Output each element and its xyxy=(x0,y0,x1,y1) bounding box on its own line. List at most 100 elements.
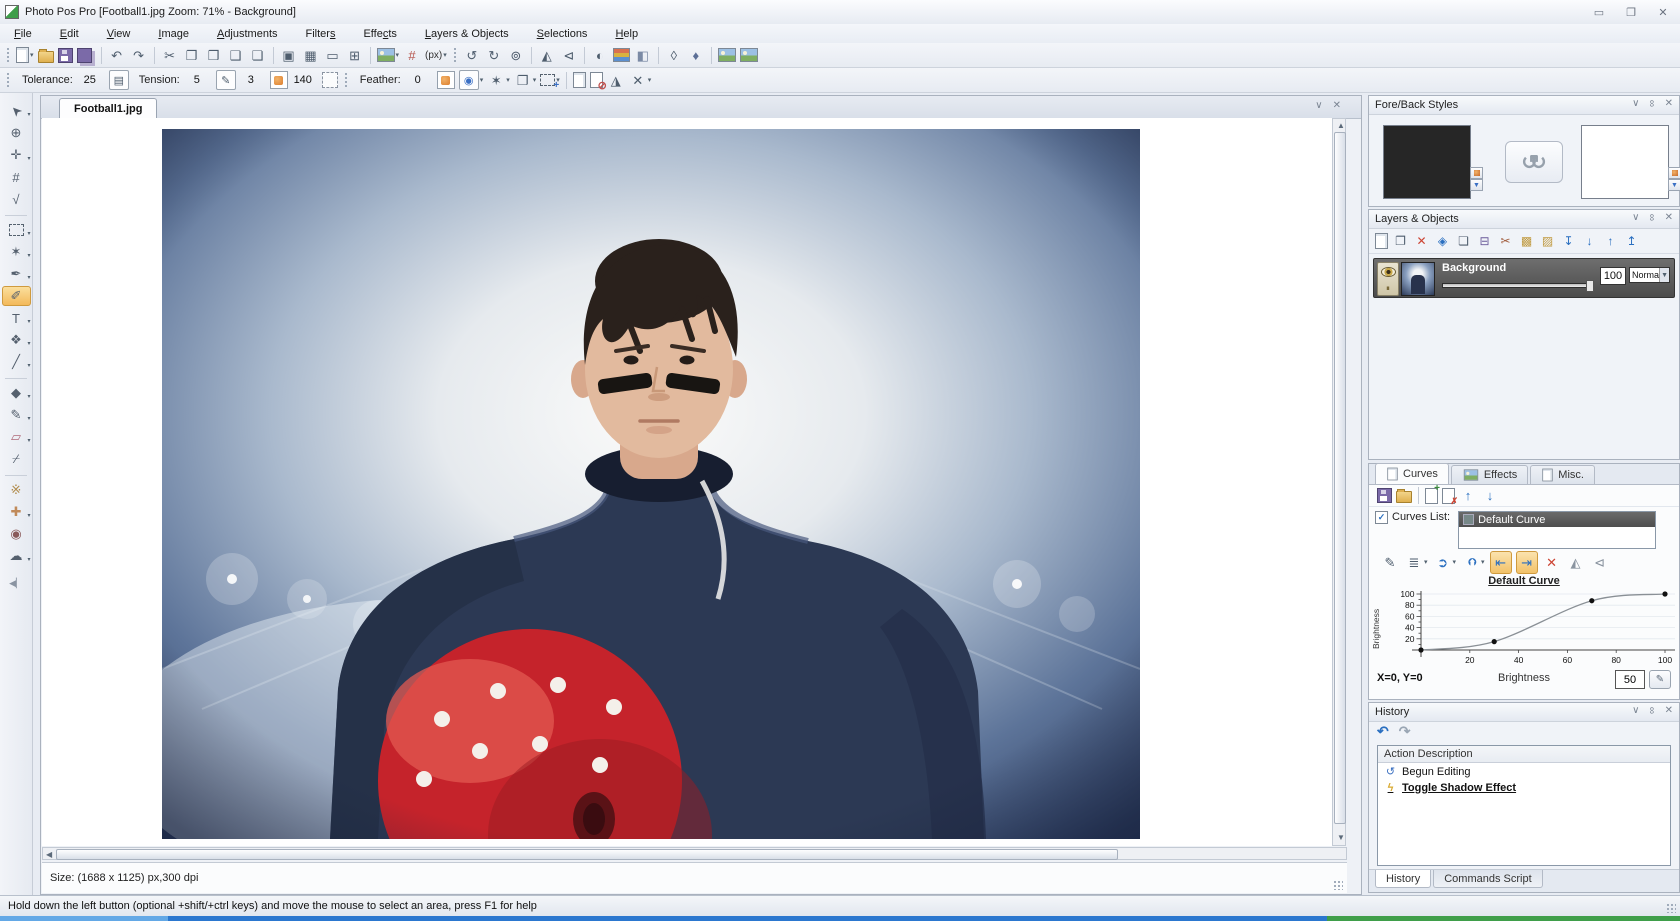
eye-icon[interactable] xyxy=(1381,267,1396,277)
marquee-select-tool[interactable]: ▾ xyxy=(2,220,31,240)
free-rotate-button[interactable]: ⊚ xyxy=(506,45,526,66)
vertical-scroll-thumb[interactable] xyxy=(1334,132,1346,824)
paste-button[interactable]: ❑ xyxy=(226,45,246,66)
menu-selections[interactable]: Selections xyxy=(523,26,602,42)
layer-opacity-value[interactable]: 100 xyxy=(1600,267,1626,285)
panel-pin-icon[interactable]: ∞ xyxy=(1647,707,1658,714)
resize-grip[interactable] xyxy=(1333,880,1343,890)
add-curve-button[interactable] xyxy=(1424,485,1439,506)
curves-list[interactable]: Default Curve xyxy=(1458,511,1656,549)
dropdown-arrow-icon[interactable]: ▾ xyxy=(27,155,30,162)
dropdown-arrow-icon[interactable]: ▾ xyxy=(480,76,484,84)
units-px-button[interactable]: (px)▾ xyxy=(424,45,448,66)
photo-football-player[interactable] xyxy=(162,129,1140,839)
panel-pin-icon[interactable]: ∞ xyxy=(1647,100,1658,107)
tile-windows-button[interactable]: ⊞ xyxy=(345,45,365,66)
flip-vertical-button[interactable]: ⊲ xyxy=(559,45,579,66)
prev-point-button[interactable]: ⇤ xyxy=(1490,551,1512,574)
save-as-button[interactable] xyxy=(76,45,96,66)
tab-misc[interactable]: Misc. xyxy=(1530,465,1595,484)
chevron-down-icon[interactable]: ▼ xyxy=(1659,268,1669,282)
delete-layer-button[interactable]: ✕ xyxy=(1412,231,1431,252)
open-button[interactable] xyxy=(37,45,55,66)
insert-image-button[interactable]: ▾ xyxy=(376,45,401,66)
dropdown-arrow-icon[interactable]: ▾ xyxy=(27,415,30,422)
transform-tool[interactable]: √ xyxy=(2,189,31,209)
menu-layers-objects[interactable]: Layers & Objects xyxy=(411,26,523,42)
menu-help[interactable]: Help xyxy=(601,26,652,42)
dropdown-arrow-icon[interactable]: ▾ xyxy=(27,393,30,400)
scroll-down-arrow[interactable]: ▼ xyxy=(1337,834,1345,842)
new-document-button[interactable]: ▾ xyxy=(15,45,35,66)
panel-collapse-icon[interactable]: ∨ xyxy=(1632,98,1639,109)
brush-tool[interactable]: ✎▾ xyxy=(2,405,31,425)
dropdown-arrow-icon[interactable]: ▾ xyxy=(27,556,30,563)
move-tool[interactable]: ✛▾ xyxy=(2,145,31,165)
send-to-back-button[interactable]: ↧ xyxy=(1559,231,1578,252)
apply-horizontal-button[interactable]: ➲▾ xyxy=(1433,552,1458,573)
frames-button[interactable] xyxy=(739,45,759,66)
color-picker-tool[interactable]: ⌿ xyxy=(2,449,31,469)
dropdown-arrow-icon[interactable]: ▾ xyxy=(27,512,30,519)
feather-value[interactable]: 0 xyxy=(405,73,431,87)
lock-icon[interactable]: ∎ xyxy=(1386,284,1390,292)
curves-list-item[interactable]: Default Curve xyxy=(1459,512,1655,527)
panel-close-icon[interactable]: ✕ xyxy=(1333,100,1341,111)
panel-collapse-icon[interactable]: ∨ xyxy=(1315,100,1322,111)
pen-select-tool[interactable]: ✒▾ xyxy=(2,264,31,284)
load-curves-button[interactable] xyxy=(1395,485,1413,506)
texture-button[interactable]: ◉▾ xyxy=(458,70,485,91)
horizontal-scrollbar[interactable]: ◀ xyxy=(42,847,1347,860)
bring-to-front-button[interactable]: ↥ xyxy=(1622,231,1641,252)
pattern-button[interactable] xyxy=(321,70,339,91)
brush-shape-button[interactable] xyxy=(269,70,289,91)
layer-visibility-column[interactable]: ∎ xyxy=(1377,262,1399,296)
dropdown-arrow-icon[interactable]: ▾ xyxy=(30,51,34,59)
save-button[interactable] xyxy=(57,45,74,66)
layer-opacity-slider[interactable] xyxy=(1442,283,1592,288)
pointer-tool[interactable]: ➤▾ xyxy=(2,101,31,121)
delete-curve-button[interactable] xyxy=(1441,485,1456,506)
gradient-button[interactable] xyxy=(612,45,631,66)
blend-mode-select[interactable]: Norma ▼ xyxy=(1629,267,1670,283)
menu-file[interactable]: File xyxy=(0,26,46,42)
magic-wand-tool[interactable]: ✶▾ xyxy=(2,242,31,262)
panel-collapse-icon[interactable]: ∨ xyxy=(1632,705,1639,716)
save-curves-button[interactable] xyxy=(1376,485,1393,506)
menu-adjustments[interactable]: Adjustments xyxy=(203,26,292,42)
foreground-dropdown-button[interactable]: ▼ xyxy=(1470,179,1483,191)
blur-button[interactable]: ♦ xyxy=(686,45,706,66)
rotate-right-button[interactable]: ↻ xyxy=(484,45,504,66)
dropdown-arrow-icon[interactable]: ▾ xyxy=(1481,558,1485,566)
history-redo-button[interactable]: ↷ xyxy=(1399,723,1411,740)
tension-value[interactable]: 5 xyxy=(184,73,210,87)
opacity-slider-thumb[interactable] xyxy=(1586,280,1594,292)
merge-selected-button[interactable]: ▩ xyxy=(1517,231,1536,252)
layer-properties-button[interactable]: ◈ xyxy=(1433,231,1452,252)
curve-up-button[interactable]: ↑ xyxy=(1458,485,1478,506)
dropdown-arrow-icon[interactable]: ▾ xyxy=(27,111,30,118)
restore-button[interactable]: ❐ xyxy=(1622,6,1640,19)
panel-close-icon[interactable]: ✕ xyxy=(1665,212,1673,223)
effects-gallery-button[interactable] xyxy=(717,45,737,66)
density-value[interactable]: 140 xyxy=(290,73,316,87)
tab-history[interactable]: History xyxy=(1375,870,1431,888)
color-balance-button[interactable]: ◧ xyxy=(633,45,653,66)
move-up-button[interactable]: ↑ xyxy=(1601,231,1620,252)
dropdown-arrow-icon[interactable]: ▾ xyxy=(27,252,30,259)
pen-settings-button[interactable]: ✎ xyxy=(215,70,237,91)
export-layer-button[interactable]: ⊟ xyxy=(1475,231,1494,252)
sharpen-button[interactable]: ◊ xyxy=(664,45,684,66)
copy-merged-button[interactable]: ❒ xyxy=(204,45,224,66)
lasso-select-tool[interactable]: ✐ xyxy=(2,286,31,306)
line-tool[interactable]: ╱▾ xyxy=(2,352,31,372)
brightness-value-input[interactable] xyxy=(1615,670,1645,689)
selection-to-new-button[interactable] xyxy=(572,70,587,91)
vertical-scrollbar[interactable]: ▲ ▼ xyxy=(1332,118,1346,846)
heal-tool[interactable]: ✚▾ xyxy=(2,502,31,522)
curve-down-button[interactable]: ↓ xyxy=(1480,485,1500,506)
paste-as-new-button[interactable]: ❏ xyxy=(248,45,268,66)
background-dropdown-button[interactable]: ▼ xyxy=(1668,179,1680,191)
menu-image[interactable]: Image xyxy=(144,26,203,42)
minimize-button[interactable]: ▭ xyxy=(1590,6,1608,19)
